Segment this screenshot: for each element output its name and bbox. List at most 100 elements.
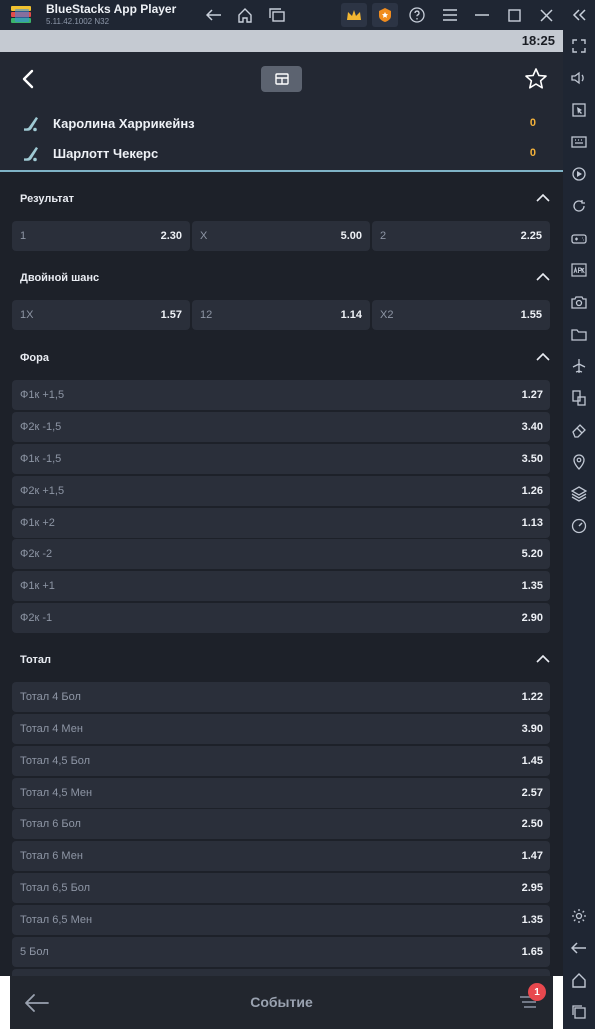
odds-label: X (200, 230, 208, 242)
section-title-handicap: Фора (20, 352, 49, 364)
home-icon[interactable] (234, 4, 256, 26)
app-version: 5.11.42.1002 N32 (46, 17, 110, 26)
notification-badge: 1 (528, 983, 546, 1001)
odds-row[interactable]: Тотал 6 Мен 1.47 (12, 841, 550, 871)
odds-row[interactable] (12, 969, 550, 976)
odds-value: 2.95 (521, 882, 543, 894)
eraser-icon[interactable] (569, 420, 589, 440)
odds-value: 1.45 (521, 755, 543, 767)
window-titlebar: BlueStacks App Player 5.11.42.1002 N32 (0, 0, 595, 30)
odds-value: 1.13 (521, 517, 543, 529)
odds-value: 1.26 (521, 485, 543, 497)
minimize-icon[interactable] (471, 4, 493, 26)
chevron-up-icon[interactable] (535, 193, 551, 203)
odds-label: Тотал 4 Мен (20, 723, 83, 735)
hockey-stick-icon (24, 117, 38, 132)
field-view-button[interactable] (261, 66, 302, 92)
odds-row[interactable]: Ф1к +1 1.35 (12, 571, 550, 601)
field-icon (274, 73, 289, 85)
app-title: BlueStacks App Player (46, 2, 177, 16)
multi-instance-icon[interactable] (569, 388, 589, 408)
team-row-away: Шарлотт Чекерс 0 (22, 144, 542, 164)
menu-icon[interactable] (439, 4, 461, 26)
performance-icon[interactable] (569, 516, 589, 536)
status-time: 18:25 (521, 33, 555, 48)
odds-cell[interactable]: X 5.00 (192, 221, 370, 251)
airplane-icon[interactable] (569, 356, 589, 376)
odds-cell[interactable]: X2 1.55 (372, 300, 550, 330)
location-icon[interactable] (569, 452, 589, 472)
macro-icon[interactable] (569, 164, 589, 184)
fullscreen-icon[interactable] (569, 36, 589, 56)
maximize-icon[interactable] (503, 4, 525, 26)
close-icon[interactable] (535, 4, 557, 26)
odds-label: 5 Бол (20, 946, 49, 958)
collapse-sidebar-icon[interactable] (568, 4, 590, 26)
odds-value: 3.40 (521, 421, 543, 433)
odds-value: 5.00 (340, 230, 362, 242)
odds-row[interactable]: Ф2к -1 2.90 (12, 603, 550, 633)
odds-value: 1.47 (521, 850, 543, 862)
odds-value: 1.35 (521, 914, 543, 926)
odds-row[interactable]: Тотал 6 Бол 2.50 (12, 809, 550, 839)
team-score: 0 (529, 147, 536, 159)
favorite-star-icon[interactable] (524, 67, 548, 91)
apk-install-icon[interactable] (569, 260, 589, 280)
multi-window-icon[interactable] (266, 4, 288, 26)
odds-row[interactable]: Тотал 6,5 Мен 1.35 (12, 905, 550, 935)
odds-value: 3.50 (521, 453, 543, 465)
odds-label: Тотал 6,5 Бол (20, 882, 91, 894)
back-arrow-icon[interactable] (203, 4, 225, 26)
odds-cell[interactable]: 1X 1.57 (12, 300, 190, 330)
odds-row[interactable]: 5 Бол 1.65 (12, 937, 550, 967)
odds-row[interactable]: Тотал 4 Бол 1.22 (12, 682, 550, 712)
keyboard-icon[interactable] (569, 132, 589, 152)
odds-cell[interactable]: 1 2.30 (12, 221, 190, 251)
android-home-icon[interactable] (569, 970, 589, 990)
odds-label: Тотал 4,5 Бол (20, 755, 91, 767)
odds-value: 2.50 (521, 818, 543, 830)
cursor-icon[interactable] (569, 100, 589, 120)
rotate-icon[interactable] (569, 196, 589, 216)
odds-row[interactable]: Ф1к +2 1.13 (12, 508, 550, 538)
chevron-up-icon[interactable] (535, 654, 551, 664)
odds-cell[interactable]: 2 2.25 (372, 221, 550, 251)
odds-row[interactable]: Тотал 4 Мен 3.90 (12, 714, 550, 744)
layers-icon[interactable] (569, 484, 589, 504)
back-chevron-icon[interactable] (16, 66, 40, 92)
screenshot-icon[interactable] (569, 292, 589, 312)
recent-apps-icon[interactable] (569, 1002, 589, 1022)
odds-row[interactable]: Ф2к -1,5 3.40 (12, 412, 550, 442)
crown-icon[interactable] (341, 3, 367, 27)
section-title-double-chance: Двойной шанс (20, 272, 100, 284)
odds-label: 12 (200, 309, 213, 321)
odds-row[interactable]: Тотал 6,5 Бол 2.95 (12, 873, 550, 903)
settings-gear-icon[interactable] (569, 906, 589, 926)
odds-value: 1.22 (521, 691, 543, 703)
odds-row[interactable]: Тотал 4,5 Мен 2.57 (12, 778, 550, 808)
odds-value: 5.20 (521, 548, 543, 560)
hockey-stick-icon (24, 147, 38, 162)
odds-row[interactable]: Ф2к -2 5.20 (12, 539, 550, 569)
team-row-home: Каролина Харрикейнз 0 (22, 114, 542, 134)
folder-icon[interactable] (569, 324, 589, 344)
odds-cell[interactable]: 12 1.14 (192, 300, 370, 330)
section-title-result: Результат (20, 193, 75, 205)
bottom-bar-title: Событие (250, 994, 313, 1010)
volume-icon[interactable] (569, 68, 589, 88)
odds-row[interactable]: Ф1к +1,5 1.27 (12, 380, 550, 410)
bottom-bar-inner: Событие 1 (10, 976, 553, 1029)
odds-label: Ф1к +1,5 (20, 389, 65, 401)
chevron-up-icon[interactable] (535, 272, 551, 282)
gamepad-icon[interactable] (569, 228, 589, 248)
odds-row[interactable]: Тотал 4,5 Бол 1.45 (12, 746, 550, 776)
odds-row[interactable]: Ф1к -1,5 3.50 (12, 444, 550, 474)
odds-label: Ф1к +1 (20, 580, 55, 592)
chevron-up-icon[interactable] (535, 352, 551, 362)
shield-star-icon[interactable] (372, 3, 398, 27)
odds-label: Тотал 4,5 Мен (20, 787, 93, 799)
android-back-icon[interactable] (569, 938, 589, 958)
bluestacks-logo (11, 6, 31, 23)
odds-row[interactable]: Ф2к +1,5 1.26 (12, 476, 550, 506)
help-icon[interactable] (406, 4, 428, 26)
